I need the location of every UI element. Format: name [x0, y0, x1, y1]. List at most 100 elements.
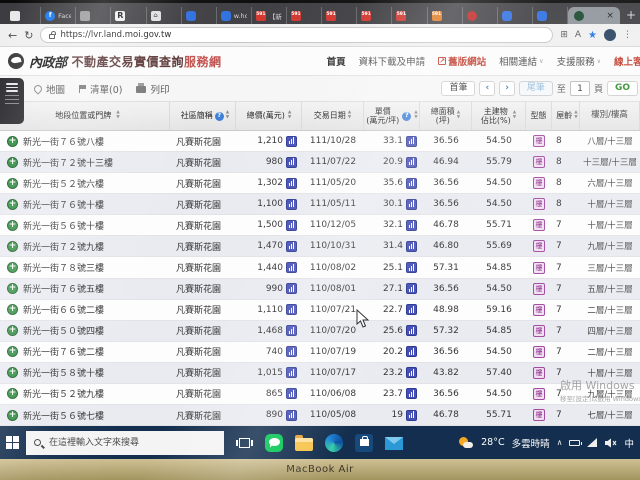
expand-row-icon[interactable]: + [7, 178, 18, 189]
last-page-button[interactable]: 尾筆 [519, 81, 553, 96]
battery-icon[interactable] [569, 440, 580, 446]
table-row[interactable]: +新光一街６６號二樓凡賽斯花園1,110110/07/2122.748.9859… [0, 300, 640, 321]
price-trend-chart-icon[interactable] [286, 388, 297, 399]
table-row[interactable]: +新光一街７８號三樓凡賽斯花園1,440110/08/0225.157.3154… [0, 257, 640, 278]
table-row[interactable]: +新光一街５６號七樓凡賽斯花園890110/05/081946.7855.71樓… [0, 405, 640, 426]
table-row[interactable]: +新光一街７６號二樓凡賽斯花園740110/07/1920.236.5654.5… [0, 342, 640, 363]
page-number-input[interactable] [570, 81, 590, 96]
table-row[interactable]: +新光一街７２號十三樓凡賽斯花園980111/07/2220.946.9455.… [0, 152, 640, 173]
network-icon[interactable] [587, 438, 597, 447]
table-row[interactable]: +新光一街５２號六樓凡賽斯花園1,302111/05/2035.636.5654… [0, 173, 640, 194]
expand-row-icon[interactable]: + [7, 157, 18, 168]
price-trend-chart-icon[interactable] [406, 220, 417, 231]
weather-icon[interactable] [459, 437, 474, 449]
expand-row-icon[interactable]: + [7, 199, 18, 210]
column-header[interactable]: 總面積(坪)▲▼ [420, 102, 472, 130]
table-row[interactable]: +新光一街５０號四樓凡賽斯花園1,468110/07/2025.657.3254… [0, 321, 640, 342]
nav-home[interactable]: 首頁 [327, 54, 346, 68]
map-button[interactable]: 地圖 [34, 82, 65, 96]
expand-row-icon[interactable]: + [7, 136, 18, 147]
table-row[interactable]: +新光一街５２號九樓凡賽斯花園865110/06/0823.736.5654.5… [0, 384, 640, 405]
browser-tab[interactable]: 591 [357, 7, 392, 24]
tray-chevron-icon[interactable]: ∧ [557, 439, 563, 447]
column-header[interactable]: 單價(萬元/坪)?▲▼ [364, 102, 420, 130]
weather-description[interactable]: 多雲時晴 [512, 436, 550, 450]
next-page-button[interactable]: › [499, 81, 515, 96]
expand-row-icon[interactable]: + [7, 262, 18, 273]
sort-icon[interactable]: ▲▼ [574, 111, 577, 120]
price-trend-chart-icon[interactable] [286, 325, 297, 336]
volume-muted-icon[interactable] [604, 438, 617, 448]
price-trend-chart-icon[interactable] [286, 283, 297, 294]
address-bar[interactable]: https://lvr.land.moi.gov.tw [40, 27, 553, 43]
column-header[interactable]: 主建物佔比(%)▲▼ [472, 102, 526, 130]
line-app-button[interactable] [261, 430, 287, 456]
price-trend-chart-icon[interactable] [406, 388, 417, 399]
tab-groups-icon[interactable]: ⊞ [560, 30, 568, 40]
profile-avatar[interactable] [604, 29, 616, 41]
help-icon[interactable]: ? [402, 112, 411, 121]
price-trend-chart-icon[interactable] [406, 304, 417, 315]
price-trend-chart-icon[interactable] [286, 304, 297, 315]
browser-tab[interactable] [6, 7, 41, 24]
nav-support[interactable]: 支援服務∨ [557, 54, 601, 68]
sort-icon[interactable]: ▲▼ [116, 111, 119, 120]
column-header[interactable]: 地段位置或門牌▲▼ [0, 102, 170, 130]
sort-icon[interactable]: ▲▼ [288, 111, 291, 120]
reload-icon[interactable]: ↻ [24, 30, 33, 41]
column-header[interactable]: 交易日期▲▼ [302, 102, 364, 130]
active-tab[interactable]: × [568, 7, 620, 24]
ime-indicator[interactable]: 中 [624, 436, 634, 450]
price-trend-chart-icon[interactable] [286, 262, 297, 273]
task-view-button[interactable] [231, 430, 257, 456]
go-button[interactable]: GO [607, 81, 638, 96]
expand-row-icon[interactable]: + [7, 283, 18, 294]
price-trend-chart-icon[interactable] [406, 325, 417, 336]
help-icon[interactable]: ? [215, 112, 224, 121]
browser-menu-icon[interactable]: ⋮ [623, 30, 632, 40]
browser-tab[interactable]: 591 [287, 7, 322, 24]
expand-row-icon[interactable]: + [7, 410, 18, 421]
browser-tab[interactable]: 591 [428, 7, 463, 24]
first-page-button[interactable]: 首筆 [441, 81, 475, 96]
price-trend-chart-icon[interactable] [406, 157, 417, 168]
nav-online-service[interactable]: 線上客 [614, 54, 640, 68]
sort-icon[interactable]: ▲▼ [348, 111, 351, 120]
price-trend-chart-icon[interactable] [406, 178, 417, 189]
price-trend-chart-icon[interactable] [286, 241, 297, 252]
file-explorer-button[interactable] [291, 430, 317, 456]
expand-row-icon[interactable]: + [7, 304, 18, 315]
nav-old-site[interactable]: ↗舊版網站 [438, 54, 486, 68]
ms-store-button[interactable] [351, 430, 377, 456]
new-tab-button[interactable]: + [626, 7, 636, 24]
browser-tab[interactable] [533, 7, 568, 24]
table-row[interactable]: +新光一街７２號九樓凡賽斯花園1,470110/10/3131.446.8055… [0, 236, 640, 257]
price-trend-chart-icon[interactable] [406, 199, 417, 210]
prev-page-button[interactable]: ‹ [479, 81, 495, 96]
temperature-label[interactable]: 28°C [481, 437, 504, 448]
price-trend-chart-icon[interactable] [286, 178, 297, 189]
start-button[interactable] [6, 436, 19, 449]
nav-links[interactable]: 相關連結∨ [499, 54, 543, 68]
read-aloud-icon[interactable]: A [575, 30, 581, 40]
sort-icon[interactable]: ▲▼ [457, 111, 460, 120]
browser-tab[interactable]: 591 [322, 7, 357, 24]
price-trend-chart-icon[interactable] [286, 157, 297, 168]
column-header[interactable]: 社區簡稱?▲▼ [170, 102, 236, 130]
browser-tab[interactable]: 591 [392, 7, 427, 24]
price-trend-chart-icon[interactable] [406, 346, 417, 357]
browser-tab[interactable]: w.hc [217, 7, 252, 24]
print-button[interactable]: 列印 [136, 82, 169, 96]
table-row[interactable]: +新光一街５８號十樓凡賽斯花園1,015110/07/1723.243.8257… [0, 363, 640, 384]
column-header[interactable]: 屋齡▲▼ [552, 102, 580, 130]
tab-close-icon[interactable]: × [606, 11, 614, 21]
browser-tab[interactable]: 591【新 [252, 7, 287, 24]
table-row[interactable]: +新光一街５６號十樓凡賽斯花園1,500110/12/0532.146.7855… [0, 215, 640, 236]
edge-browser-button[interactable] [321, 430, 347, 456]
mail-app-button[interactable] [381, 430, 407, 456]
price-trend-chart-icon[interactable] [406, 262, 417, 273]
table-row[interactable]: +新光一街７６號五樓凡賽斯花園990110/08/0127.136.5654.5… [0, 279, 640, 300]
sort-icon[interactable]: ▲▼ [513, 111, 516, 120]
expand-row-icon[interactable]: + [7, 367, 18, 378]
price-trend-chart-icon[interactable] [286, 410, 297, 421]
